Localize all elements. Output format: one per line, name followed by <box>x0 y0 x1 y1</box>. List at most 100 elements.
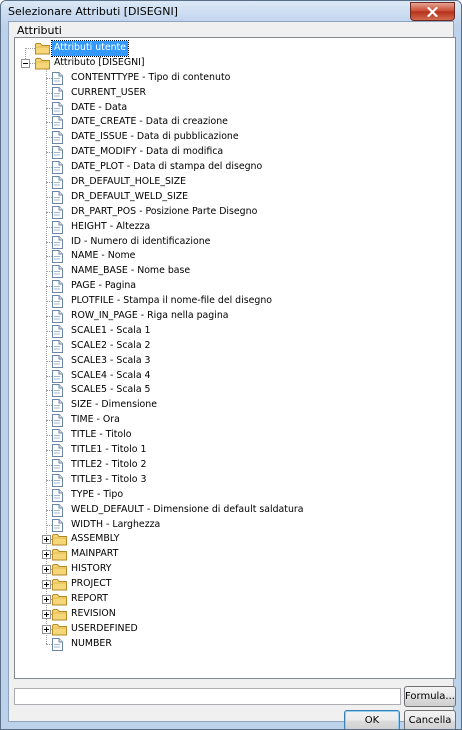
tree-item-label: SCALE3 - Scala 3 <box>71 354 151 366</box>
tree-item-attribute[interactable]: ID - Numero di identificazione <box>15 235 455 250</box>
tree-item-attribute[interactable]: NAME - Nome <box>15 249 455 264</box>
tree-item-label: ROW_IN_PAGE - Riga nella pagina <box>71 310 229 322</box>
tree-item-label: ID - Numero di identificazione <box>71 235 211 247</box>
tree-node-drawing-attributes[interactable]: Attributo [DISEGNI] <box>15 56 455 71</box>
tree-item-number[interactable]: NUMBER <box>15 637 455 652</box>
formula-button[interactable]: Formula... <box>404 686 456 707</box>
close-icon <box>427 6 438 17</box>
tree-item-label: WELD_DEFAULT - Dimensione di default sal… <box>71 503 304 515</box>
expand-icon[interactable] <box>42 535 51 545</box>
tree-item-attribute[interactable]: DATE_ISSUE - Data di pubblicazione <box>15 130 455 145</box>
attribute-tree-content: Attributi utente Attributo [DISEGNI] CONTE… <box>15 40 455 652</box>
tree-item-label: NAME_BASE - Nome base <box>71 265 191 277</box>
expand-icon[interactable] <box>42 609 51 619</box>
tree-item-attribute[interactable]: WELD_DEFAULT - Dimensione di default sal… <box>15 503 455 518</box>
tree-item-attribute[interactable]: DR_PART_POS - Posizione Parte Disegno <box>15 205 455 220</box>
tree-item-label: DR_DEFAULT_WELD_SIZE <box>71 190 189 202</box>
expand-icon[interactable] <box>42 624 51 634</box>
tree-item-attribute[interactable]: DATE_MODIFY - Data di modifica <box>15 145 455 160</box>
tree-item-label: Attributi utente <box>51 40 129 57</box>
tree-item-label: DATE_ISSUE - Data di pubblicazione <box>71 131 239 143</box>
tree-item-attribute[interactable]: TYPE - Tipo <box>15 488 455 503</box>
tree-item-label: SCALE2 - Scala 2 <box>71 339 151 351</box>
tree-item-attribute[interactable]: SCALE4 - Scala 4 <box>15 369 455 384</box>
tree-item-attribute[interactable]: DR_DEFAULT_HOLE_SIZE <box>15 175 455 190</box>
tree-item-label: TITLE1 - Titolo 1 <box>71 444 147 456</box>
formula-input[interactable] <box>14 688 401 705</box>
tree-item-label: PROJECT <box>71 578 112 590</box>
tree-item-label: CONTENTTYPE - Tipo di contenuto <box>71 71 231 83</box>
tree-node-folder[interactable]: HISTORY <box>15 562 455 577</box>
tree-item-attribute[interactable]: NAME_BASE - Nome base <box>15 264 455 279</box>
tree-item-label: TITLE - Titolo <box>71 429 132 441</box>
tree-node-folder[interactable]: USERDEFINED <box>15 622 455 637</box>
tree-item-attribute[interactable]: DR_DEFAULT_WELD_SIZE <box>15 190 455 205</box>
tree-item-label: DATE_PLOT - Data di stampa del disegno <box>71 161 263 173</box>
tree-item-label: WIDTH - Larghezza <box>71 518 161 530</box>
title-bar[interactable]: Selezionare Attributi [DISEGNI] <box>1 1 461 21</box>
collapse-icon[interactable] <box>21 58 30 68</box>
tree-item-attribute[interactable]: SCALE3 - Scala 3 <box>15 354 455 369</box>
tree-item-attribute[interactable]: DATE_CREATE - Data di creazione <box>15 115 455 130</box>
tree-item-attribute[interactable]: ROW_IN_PAGE - Riga nella pagina <box>15 309 455 324</box>
tree-node-user-attributes[interactable]: Attributi utente <box>15 40 455 57</box>
tree-item-attribute[interactable]: SCALE1 - Scala 1 <box>15 324 455 339</box>
tree-item-attribute[interactable]: TIME - Ora <box>15 413 455 428</box>
tree-item-label: HEIGHT - Altezza <box>71 220 151 232</box>
document-icon <box>52 637 63 656</box>
tree-item-attribute[interactable]: TITLE3 - Titolo 3 <box>15 473 455 488</box>
tree-item-attribute[interactable]: HEIGHT - Altezza <box>15 220 455 235</box>
tree-node-folder[interactable]: MAINPART <box>15 547 455 562</box>
tree-item-label: ASSEMBLY <box>71 533 120 545</box>
tree-item-label: NAME - Nome <box>71 250 136 262</box>
dialog-window: Selezionare Attributi [DISEGNI] Attribut… <box>0 0 462 730</box>
tree-item-label: SCALE4 - Scala 4 <box>71 369 151 381</box>
dialog-client-area: Attributi Attributi utente Attributo [DIS… <box>8 21 456 729</box>
tree-item-label: CURRENT_USER <box>71 86 147 98</box>
tree-node-folder[interactable]: ASSEMBLY <box>15 532 455 547</box>
tree-item-attribute[interactable]: TITLE1 - Titolo 1 <box>15 443 455 458</box>
tree-item-attribute[interactable]: PLOTFILE - Stampa il nome-file del diseg… <box>15 294 455 309</box>
expand-icon[interactable] <box>42 594 51 604</box>
tree-item-label: HISTORY <box>71 563 112 575</box>
tree-item-attribute[interactable]: CONTENTTYPE - Tipo di contenuto <box>15 71 455 86</box>
tree-node-folder[interactable]: REVISION <box>15 607 455 622</box>
tree-item-label: TITLE2 - Titolo 2 <box>71 458 147 470</box>
tree-item-attribute[interactable]: SCALE2 - Scala 2 <box>15 339 455 354</box>
window-title: Selezionare Attributi [DISEGNI] <box>8 5 178 18</box>
tree-item-label: TYPE - Tipo <box>71 488 124 500</box>
tree-item-label: TIME - Ora <box>71 414 120 426</box>
cancel-button[interactable]: Cancella <box>404 710 456 729</box>
tree-item-label: TITLE3 - Titolo 3 <box>71 473 147 485</box>
tree-item-label: DR_PART_POS - Posizione Parte Disegno <box>71 205 258 217</box>
tree-node-folder[interactable]: REPORT <box>15 592 455 607</box>
tree-item-attribute[interactable]: TITLE2 - Titolo 2 <box>15 458 455 473</box>
tree-item-label: USERDEFINED <box>71 622 138 634</box>
tree-node-folder[interactable]: PROJECT <box>15 577 455 592</box>
attributes-group-label: Attributi <box>17 24 62 37</box>
tree-item-label: REVISION <box>71 607 116 619</box>
attribute-tree[interactable]: Attributi utente Attributo [DISEGNI] CONTE… <box>14 37 456 679</box>
close-button[interactable] <box>410 2 455 21</box>
tree-item-attribute[interactable]: DATE - Data <box>15 101 455 116</box>
tree-item-label: DATE - Data <box>71 101 128 113</box>
tree-connector <box>25 48 35 49</box>
tree-item-label: DATE_MODIFY - Data di modifica <box>71 146 224 158</box>
tree-item-attribute[interactable]: WIDTH - Larghezza <box>15 518 455 533</box>
tree-item-attribute[interactable]: CURRENT_USER <box>15 86 455 101</box>
tree-item-attribute[interactable]: SIZE - Dimensione <box>15 398 455 413</box>
expand-icon[interactable] <box>42 550 51 560</box>
tree-item-attribute[interactable]: PAGE - Pagina <box>15 279 455 294</box>
tree-item-attribute[interactable]: TITLE - Titolo <box>15 428 455 443</box>
tree-item-label: SCALE5 - Scala 5 <box>71 384 151 396</box>
tree-item-label: PAGE - Pagina <box>71 280 137 292</box>
tree-item-attribute[interactable]: SCALE5 - Scala 5 <box>15 383 455 398</box>
tree-item-label: DATE_CREATE - Data di creazione <box>71 116 228 128</box>
expand-icon[interactable] <box>42 580 51 590</box>
ok-button[interactable]: OK <box>344 710 400 729</box>
tree-item-label: DR_DEFAULT_HOLE_SIZE <box>71 176 187 188</box>
expand-icon[interactable] <box>42 565 51 575</box>
tree-item-label: SIZE - Dimensione <box>71 399 158 411</box>
tree-item-label: NUMBER <box>71 637 112 649</box>
tree-item-attribute[interactable]: DATE_PLOT - Data di stampa del disegno <box>15 160 455 175</box>
